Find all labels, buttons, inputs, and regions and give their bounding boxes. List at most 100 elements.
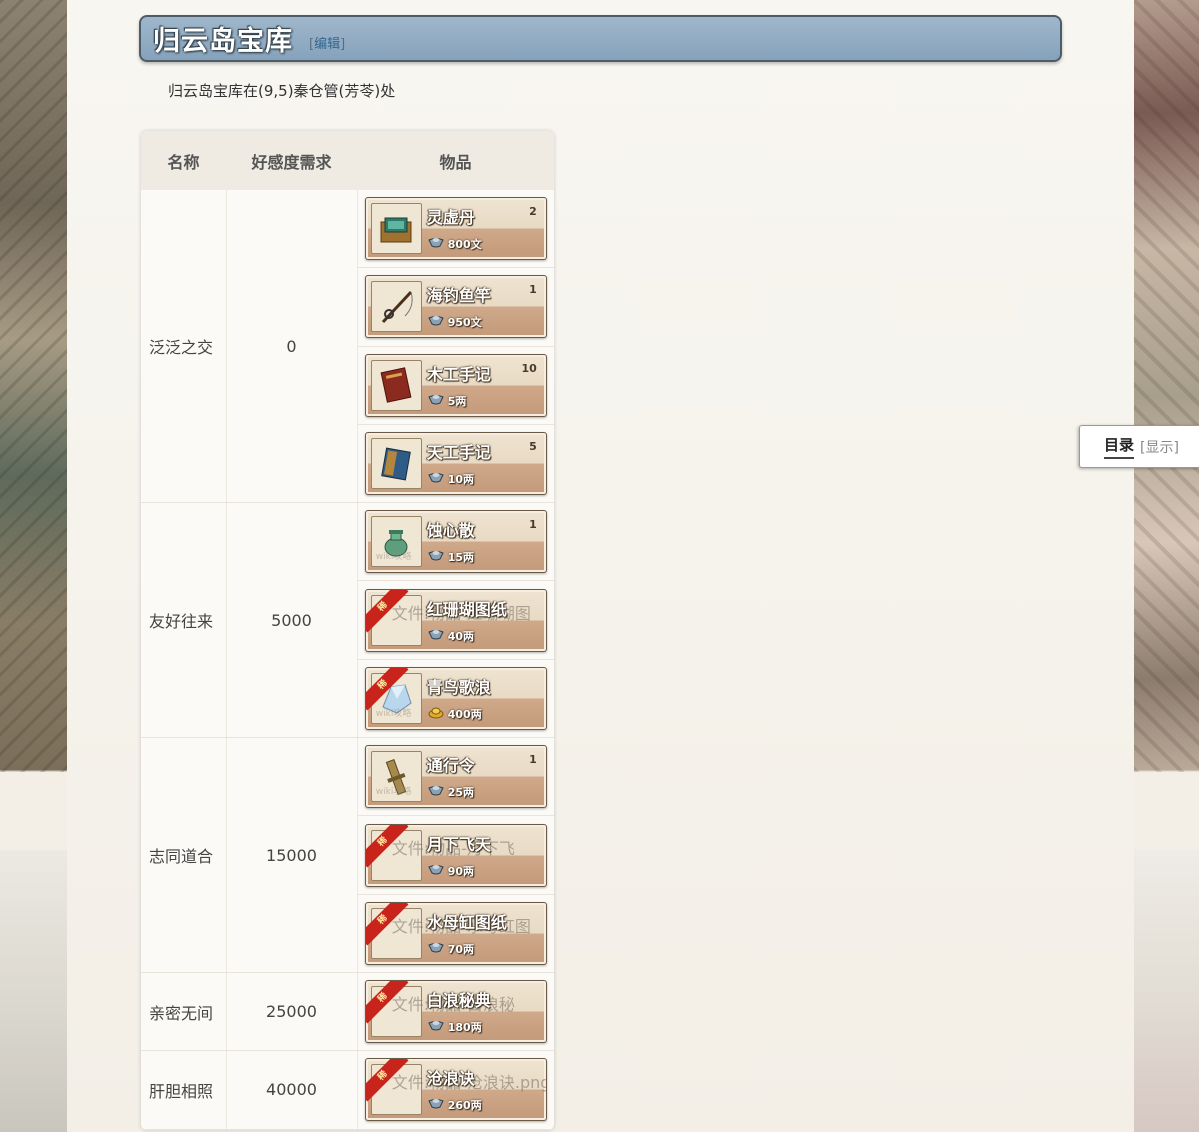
item-card[interactable]: 文件:物品-红珊瑚图 稀 红珊瑚图纸 40两 (364, 588, 547, 652)
item-name[interactable]: 白浪秘典 (427, 987, 491, 1011)
item-price: 180两 (428, 1019, 482, 1035)
toc-toggle[interactable]: [显示] (1140, 437, 1179, 457)
tier-name: 肝胆相照 (141, 1050, 227, 1130)
right-background-art (1134, 0, 1199, 1132)
edit-link-label[interactable]: 编辑 (314, 37, 340, 52)
table-row: 友好往来 5000 wiki攻略 蚀心散 1 15两 (141, 502, 554, 739)
watermark: wiki攻略 (375, 552, 412, 563)
header-name: 名称 (141, 131, 226, 190)
silver-ingot-icon (428, 1019, 444, 1035)
toc-tab[interactable]: 目录 [显示] (1079, 425, 1199, 468)
main-content: 归云岛宝库 [编辑] 归云岛宝库在(9,5)秦仓管(芳苓)处 名称 好感度需求 … (67, 0, 1134, 1132)
item-price: 15两 (428, 549, 474, 565)
item-price-value: 5两 (447, 394, 467, 408)
silver-ingot-icon (428, 314, 444, 330)
tier-name: 亲密无间 (141, 972, 227, 1052)
item-name[interactable]: 海钓鱼竿 (427, 282, 491, 306)
silver-ingot-icon (428, 549, 444, 565)
item-price: 950文 (428, 314, 482, 330)
item-card[interactable]: 木工手记 10 5两 (364, 353, 547, 417)
item-price-value: 180两 (447, 1021, 482, 1035)
item-count: 10 (521, 361, 537, 375)
blue-book-icon (370, 438, 422, 490)
item-cell: 文件:物品-红珊瑚图 稀 红珊瑚图纸 40两 (357, 580, 554, 660)
book-box-icon (370, 203, 422, 255)
silver-ingot-icon (428, 863, 444, 879)
item-card[interactable]: wiki攻略 蚀心散 1 15两 (364, 510, 547, 574)
page-title: 归云岛宝库 (153, 26, 293, 57)
item-price: 90两 (428, 863, 474, 879)
item-name[interactable]: 天工手记 (427, 439, 491, 463)
item-price-value: 950文 (447, 316, 482, 330)
tier-requirement: 25000 (226, 972, 358, 1052)
item-card[interactable]: wiki攻略 稀 青鸟歌浪 400两 (364, 666, 547, 730)
fishing-rod-icon (370, 281, 422, 333)
red-book-icon (370, 359, 422, 411)
item-cell: 文件:物品-沧浪诀.png 稀 沧浪诀 260两 (357, 1050, 554, 1130)
edit-link[interactable]: [编辑] (309, 33, 345, 52)
toc-title: 目录 (1104, 434, 1135, 459)
silver-ingot-icon (428, 393, 444, 409)
item-price-value: 15两 (447, 551, 475, 565)
item-price-value: 90两 (447, 864, 475, 878)
silver-ingot-icon (428, 471, 444, 487)
item-count: 2 (529, 205, 537, 219)
table-row: 志同道合 15000 wiki攻略 通行令 1 25两 (141, 737, 554, 973)
tier-name: 志同道合 (141, 737, 227, 973)
item-cell: wiki攻略 蚀心散 1 15两 (357, 502, 554, 582)
item-count: 1 (529, 518, 537, 532)
item-name[interactable]: 月下飞天 (427, 831, 491, 855)
silver-ingot-icon (428, 941, 444, 957)
item-price: 260两 (428, 1097, 482, 1113)
item-price-value: 70两 (447, 942, 475, 956)
item-price-value: 800文 (447, 238, 482, 252)
item-name[interactable]: 红珊瑚图纸 (427, 596, 507, 620)
item-card[interactable]: 文件:物品-白浪秘 稀 白浪秘典 180两 (364, 980, 547, 1044)
gold-ingot-icon (428, 706, 444, 722)
item-cell: 海钓鱼竿 1 950文 (357, 267, 554, 347)
item-name[interactable]: 青鸟歌浪 (427, 674, 491, 698)
item-card[interactable]: 天工手记 5 10两 (364, 432, 547, 496)
left-background-art (0, 0, 67, 1132)
item-price-value: 40两 (447, 629, 475, 643)
intro-text: 归云岛宝库在(9,5)秦仓管(芳苓)处 (168, 82, 396, 100)
table-row: 肝胆相照 40000 文件:物品-沧浪诀.png 稀 沧浪诀 260两 (141, 1050, 554, 1130)
item-price-value: 400两 (447, 707, 482, 721)
item-cell: 文件:物品-月下飞 稀 月下飞天 90两 (357, 815, 554, 895)
item-card[interactable]: 灵虚丹 2 800文 (364, 197, 547, 261)
item-cell: 天工手记 5 10两 (357, 424, 554, 504)
item-price: 40两 (428, 628, 474, 644)
item-price-value: 10两 (447, 473, 475, 487)
silver-ingot-icon (428, 1097, 444, 1113)
tier-name: 泛泛之交 (141, 190, 227, 504)
item-name[interactable]: 沧浪诀 (427, 1065, 475, 1089)
item-cell: 文件:物品-水母缸图 稀 水母缸图纸 70两 (357, 894, 554, 973)
silver-ingot-icon (428, 628, 444, 644)
item-price: 25两 (428, 784, 474, 800)
item-price: 800文 (428, 236, 482, 252)
item-name[interactable]: 木工手记 (427, 361, 491, 385)
toc-toggle-label[interactable]: 显示 (1145, 440, 1173, 456)
item-name[interactable]: 灵虚丹 (427, 204, 475, 228)
item-cell: 文件:物品-白浪秘 稀 白浪秘典 180两 (357, 972, 554, 1052)
item-card[interactable]: 文件:物品-沧浪诀.png 稀 沧浪诀 260两 (364, 1058, 547, 1122)
header-requirement: 好感度需求 (226, 131, 357, 190)
item-price: 5两 (428, 393, 467, 409)
tier-requirement: 5000 (226, 502, 358, 739)
item-name[interactable]: 蚀心散 (427, 517, 475, 541)
item-name[interactable]: 水母缸图纸 (427, 909, 507, 933)
item-name[interactable]: 通行令 (427, 752, 475, 776)
item-card[interactable]: 文件:物品-月下飞 稀 月下飞天 90两 (364, 823, 547, 887)
store-table: 名称 好感度需求 物品 泛泛之交 0 灵虚丹 2 800文 海钓鱼竿 1 950… (141, 131, 554, 1130)
item-cell: 灵虚丹 2 800文 (357, 190, 554, 269)
table-row: 泛泛之交 0 灵虚丹 2 800文 (141, 190, 554, 504)
silver-ingot-icon (428, 236, 444, 252)
tier-requirement: 15000 (226, 737, 358, 973)
header-items: 物品 (357, 131, 554, 190)
item-card[interactable]: 文件:物品-水母缸图 稀 水母缸图纸 70两 (364, 901, 547, 965)
item-cell: wiki攻略 稀 青鸟歌浪 400两 (357, 659, 554, 739)
table-header-row: 名称 好感度需求 物品 (141, 131, 554, 190)
item-card[interactable]: 海钓鱼竿 1 950文 (364, 275, 547, 339)
item-price: 10两 (428, 471, 474, 487)
item-card[interactable]: wiki攻略 通行令 1 25两 (364, 745, 547, 809)
